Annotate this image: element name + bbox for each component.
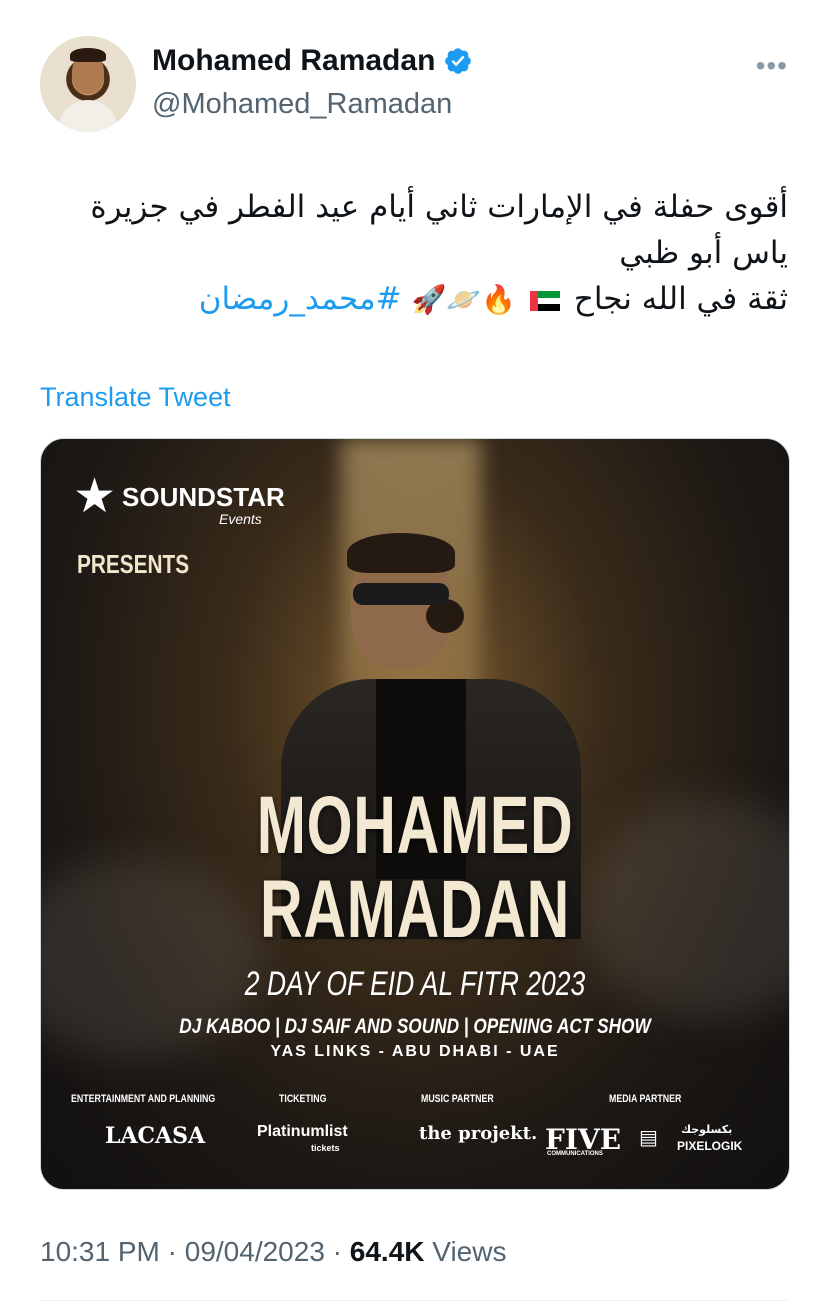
hashtag-link[interactable]: #محمد_رمضان (199, 281, 402, 317)
translate-tweet-link[interactable]: Translate Tweet (40, 382, 231, 413)
platinumlist-logo: Platinumlist (257, 1123, 348, 1140)
poster-acts: DJ KABOO | DJ SAIF AND SOUND | OPENING A… (179, 1015, 651, 1038)
tweet-line-3-text: ثقة في الله نجاح (573, 281, 788, 317)
user-handle[interactable]: @Mohamed_Ramadan (152, 88, 452, 121)
tweet-line-2: ياس أبو ظبي (619, 235, 788, 271)
tweet-date[interactable]: 09/04/2023 (185, 1236, 325, 1267)
uae-flag-icon (529, 290, 560, 311)
tweet-line-3: ثقة في الله نجاح 🔥🪐🚀 #محمد_رمضان (60, 276, 788, 323)
tweet-line-1: أقوى حفلة في الإمارات ثاني أيام عيد الفط… (90, 189, 788, 225)
avatar[interactable] (40, 36, 136, 132)
lacasa-logo: LACASA (105, 1123, 206, 1149)
views-count[interactable]: 64.4K (350, 1236, 425, 1267)
partner-label-music: MUSIC PARTNER (421, 1093, 494, 1105)
poster-location: YAS LINKS - ABU DHABI - UAE (270, 1043, 560, 1060)
brand-sub: Events (219, 511, 262, 527)
five-sub: COMMUNICATIONS (547, 1151, 603, 1157)
star-icon: ★ (73, 470, 117, 523)
avatar-shirt (58, 100, 118, 132)
partner-label-ticketing: TICKETING (279, 1093, 327, 1105)
avatar-hair (70, 48, 106, 62)
display-name-text: Mohamed Ramadan (152, 44, 436, 77)
tweet-meta: 10:31 PM · 09/04/2023 · 64.4K Views (40, 1236, 506, 1268)
views-label: Views (432, 1236, 507, 1267)
projekt-logo: the projekt. (419, 1123, 538, 1144)
tweet-media-image[interactable]: ★ SOUNDSTAR Events PRESENTS MOHAMED RAMA… (40, 438, 790, 1190)
pixelogik-logo: PIXELOGIK (677, 1139, 743, 1153)
sunglasses-icon (353, 583, 449, 605)
poster-title-line2: RAMADAN (259, 864, 571, 955)
platinumlist-sub: tickets (311, 1143, 340, 1153)
meta-separator-2: · (332, 1236, 342, 1267)
verified-badge-icon (445, 48, 472, 74)
brand-name: SOUNDSTAR (122, 481, 285, 512)
poster-title-line1: MOHAMED (256, 780, 574, 871)
emoji-icons: 🔥🪐🚀 (411, 283, 517, 316)
poster-date: 2 DAY OF EID AL FITR 2023 (244, 965, 586, 1003)
presents-label: PRESENTS (77, 549, 190, 579)
pixelogik-arabic: بكسلوجك (681, 1123, 733, 1136)
performer-hair (347, 533, 455, 573)
tweet-text: أقوى حفلة في الإمارات ثاني أيام عيد الفط… (60, 184, 788, 323)
partner-label-entertainment: ENTERTAINMENT AND PLANNING (71, 1093, 216, 1105)
meta-separator: · (167, 1236, 177, 1267)
divider (40, 1300, 788, 1301)
more-dots-icon[interactable]: ••• (756, 50, 788, 82)
tweet-time[interactable]: 10:31 PM (40, 1236, 160, 1267)
display-name[interactable]: Mohamed Ramadan (152, 44, 473, 78)
pixelogik-icon: ▤ (639, 1127, 658, 1149)
partner-label-media: MEDIA PARTNER (609, 1093, 682, 1105)
